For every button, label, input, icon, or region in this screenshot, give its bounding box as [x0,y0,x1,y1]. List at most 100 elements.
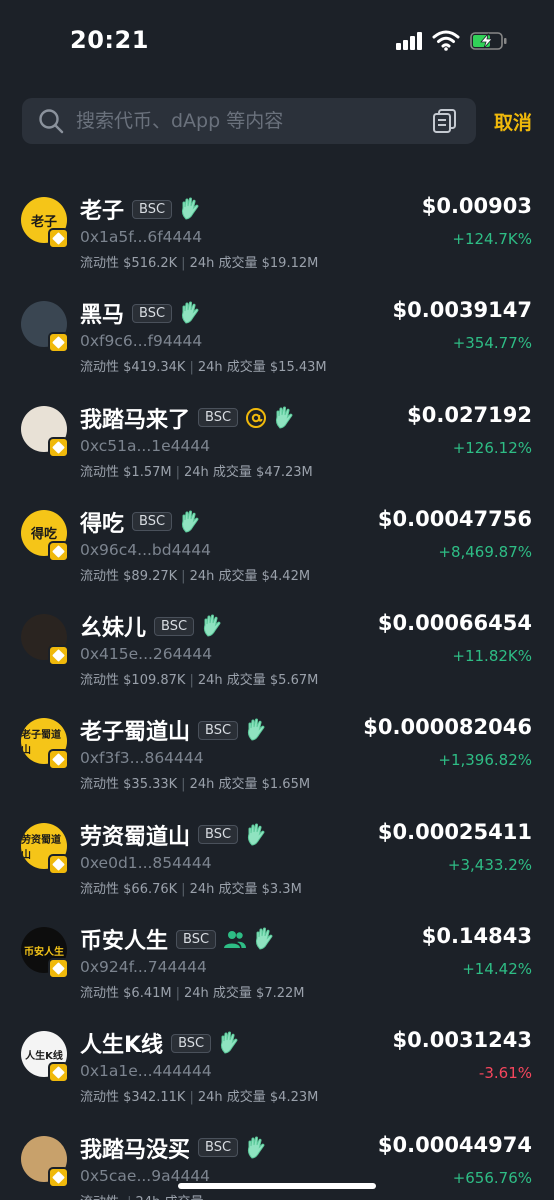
token-row[interactable]: 幺妹儿 BSC 0x415e...264444 流动性 $109.87K | 24h… [0,597,554,701]
token-name-line: 币安人生 BSC [80,924,276,954]
wave-hand-icon [180,197,202,221]
stats-separator: | [181,256,186,271]
paste-icon[interactable] [432,108,458,134]
liquidity-label: 流动性 [80,1195,119,1200]
stats-separator: | [189,673,194,689]
status-time: 20:21 [70,26,149,54]
volume-label: 24h 成交量 [189,568,258,584]
token-price: $0.00903 [421,194,532,218]
stats-separator: | [175,986,180,1002]
chain-tag: BSC [171,1033,212,1053]
token-stats: 流动性 $109.87K | 24h 成交量 $5.67M [80,669,318,688]
token-name: 幺妹儿 [80,616,147,642]
token-address: 0x1a5f...6f4444 [80,228,203,246]
token-name-line: 我踏马来了 BSC [80,403,296,433]
token-row[interactable]: 老子蜀道山 老子蜀道山 BSC 0xf3f3...864444 流动性 $35.… [0,701,554,805]
wave-hand-icon [254,927,276,951]
stats-separator: | [181,568,186,584]
search-input[interactable] [76,98,416,144]
token-name: 我踏马来了 [80,407,191,433]
token-change: +354.77% [452,334,532,353]
cellular-signal-icon [396,32,422,50]
token-row[interactable]: 黑马 BSC 0xf9c6...f94444 流动性 $419.34K | 24h … [0,284,554,388]
token-price: $0.00047756 [377,506,532,531]
search-bar[interactable] [22,98,476,144]
token-name-line: 人生K线 BSC [80,1028,241,1058]
token-price: $0.027192 [407,402,532,427]
volume-label: 24h 成交量 [197,673,266,689]
volume-label: 24h 成交量 [197,1090,266,1106]
volume-value: $1.65M [261,777,311,793]
volume-label: 24h 成交量 [136,1195,204,1200]
bnb-chain-icon [48,540,69,562]
volume-label: 24h 成交量 [189,256,258,271]
token-name: 得吃 [80,511,125,537]
volume-label: 24h 成交量 [189,777,258,793]
token-address: 0x415e...264444 [80,645,213,664]
token-name-line: 幺妹儿 BSC [80,611,224,641]
token-price: $0.0031243 [392,1028,532,1053]
token-name-line: 老子蜀道山 BSC [80,715,268,745]
chain-tag: BSC [198,825,239,845]
token-stats: 流动性 $419.34K | 24h 成交量 $15.43M [80,356,327,375]
wave-hand-icon [246,1136,268,1160]
wave-hand-icon [246,718,268,742]
volume-value: $7.22M [256,986,305,1002]
token-price: $0.00066454 [377,611,532,636]
token-row[interactable]: 老子 老子 BSC 0x1a5f...6f4444 流动性 $516.2K | 24… [0,180,554,284]
token-row[interactable]: 币安人生 币安人生 BSC 0x924f...744444 流动性 $6.41M… [0,910,554,1014]
token-avatar-text: 得吃 [30,527,57,543]
bnb-chain-icon [48,1062,69,1084]
liquidity-label: 流动性 [80,464,120,480]
liquidity-value: $66.76K [123,881,178,897]
liquidity-value: $109.87K [123,673,186,689]
token-address: 0x924f...744444 [80,958,207,977]
token-row[interactable]: 劳资蜀道山 劳资蜀道山 BSC 0xe0d1...854444 流动性 $66.… [0,806,554,910]
volume-value: $3.3M [261,881,302,897]
token-price: $0.0039147 [392,298,532,323]
wave-hand-icon [180,510,202,534]
bnb-chain-icon [48,436,69,458]
stats-separator: | [175,464,180,480]
chain-tag: BSC [132,303,173,323]
volume-value: $5.67M [269,673,319,689]
chain-tag: BSC [176,929,217,949]
chain-tag: BSC [198,1138,239,1158]
token-price: $0.00025411 [377,819,532,844]
token-name-line: 劳资蜀道山 BSC [80,820,268,850]
stats-separator: | [181,777,186,793]
home-indicator [178,1183,376,1189]
stats-separator: | [189,360,194,376]
token-row[interactable]: 得吃 得吃 BSC 0x96c4...bd4444 流动性 $89.27K | 24… [0,493,554,597]
token-change: +8,469.87% [438,542,532,561]
token-row[interactable]: 人生K线 人生K线 BSC 0x1a1e...444444 流动性 $342.1… [0,1014,554,1118]
liquidity-value: $342.11K [123,1090,186,1106]
volume-label: 24h 成交量 [183,464,252,480]
liquidity-value: $1.57M [123,464,172,480]
token-stats: 流动性 $66.76K | 24h 成交量 $3.3M [80,878,302,897]
volume-value: $4.42M [261,568,311,584]
token-name: 我踏马没买 [80,1137,191,1163]
cancel-button[interactable]: 取消 [494,108,532,135]
wave-hand-icon [202,614,224,638]
token-name-line: 我踏马没买 BSC [80,1133,268,1163]
liquidity-label: 流动性 [80,1090,120,1106]
liquidity-value: $419.34K [123,360,186,376]
liquidity-label: 流动性 [80,673,120,689]
token-row[interactable]: 我踏马来了 BSC 0xc51a...1e4444 流动性 $1.57M | 24h… [0,389,554,493]
token-change: +1,396.82% [438,751,532,770]
bnb-chain-icon [48,1166,69,1188]
stats-separator: | [127,1195,131,1200]
search-icon [39,109,64,134]
token-stats: 流动性 | 24h 成交量 [80,1191,203,1200]
stats-separator: | [189,1090,194,1106]
volume-value: $4.23M [269,1090,319,1106]
chain-tag: BSC [132,512,173,532]
token-address: 0xf3f3...864444 [80,749,204,768]
token-address: 0x1a1e...444444 [80,1062,212,1081]
token-price: $0.00044974 [377,1132,532,1157]
bnb-chain-icon [48,749,69,771]
token-change: +656.76% [452,1168,532,1187]
token-name: 老子蜀道山 [80,720,191,746]
token-name: 老子 [80,199,125,224]
